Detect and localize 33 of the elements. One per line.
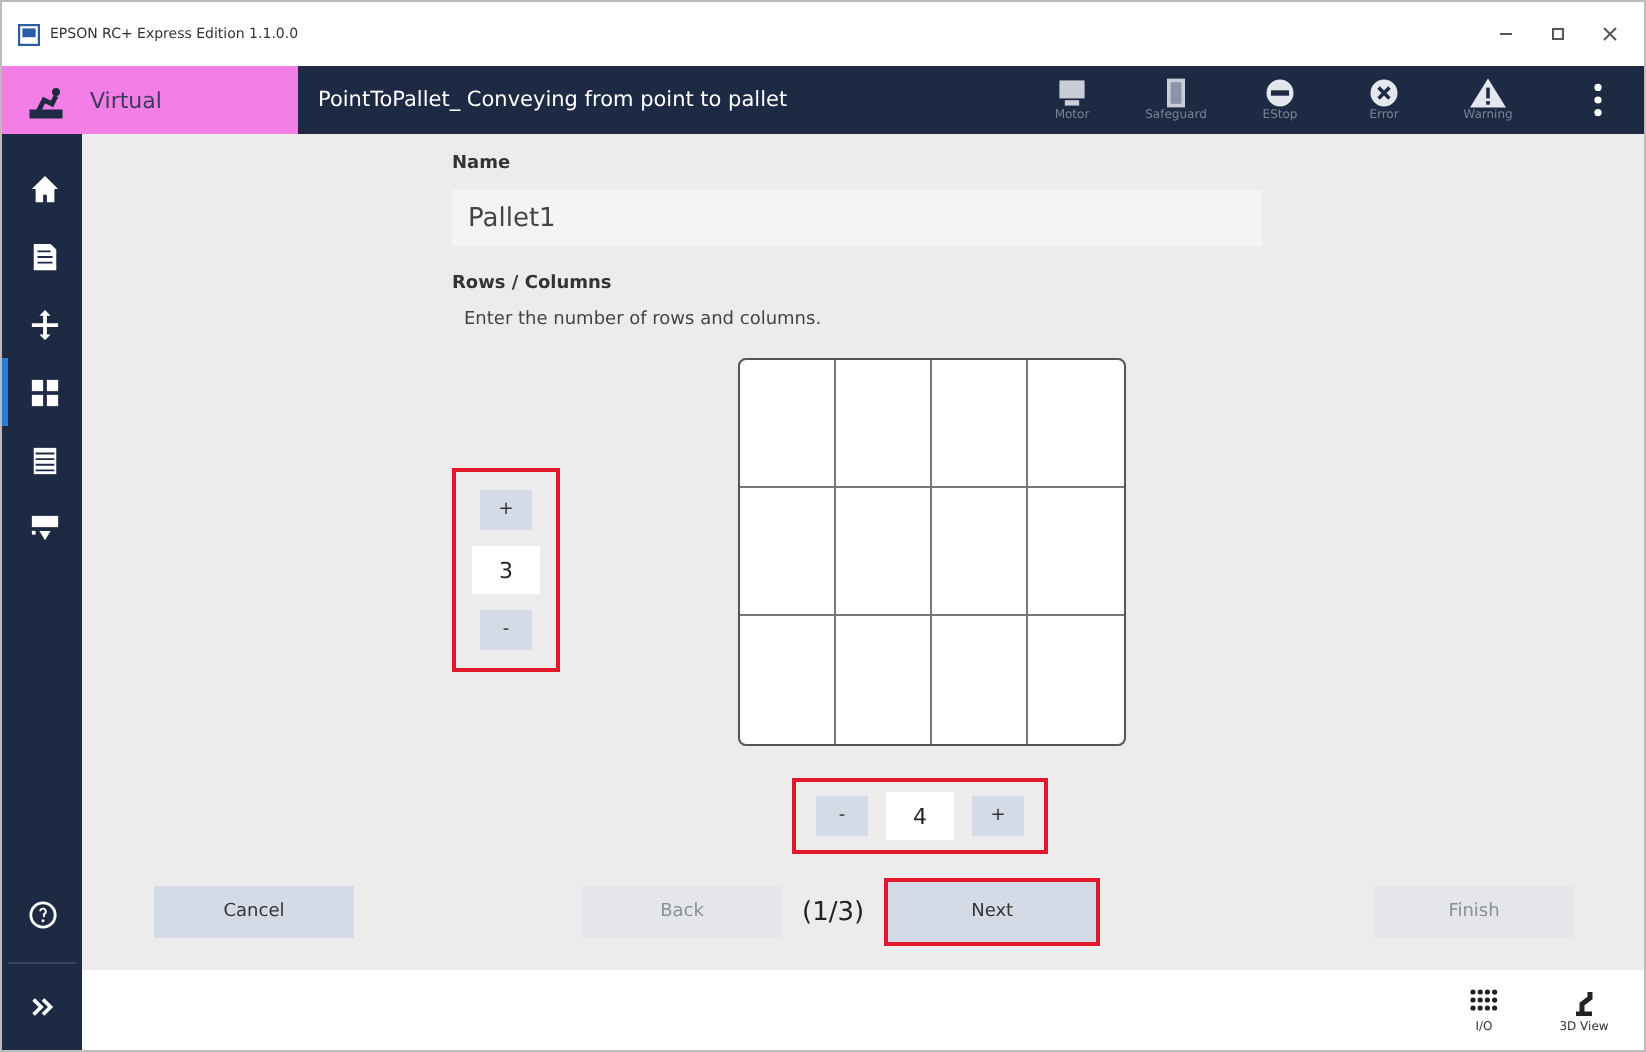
warning-icon: [1470, 78, 1506, 108]
maximize-icon[interactable]: [1548, 24, 1568, 44]
increment-button[interactable]: +: [972, 796, 1024, 836]
home-icon: [30, 173, 60, 203]
dot-grid-icon: [1470, 987, 1498, 1015]
stop-icon: [1262, 78, 1298, 108]
name-label: Name: [452, 154, 513, 174]
code-icon: [30, 513, 60, 543]
app-icon: [18, 23, 40, 45]
next-button[interactable]: Next: [884, 878, 1101, 946]
monitor-icon: [1054, 78, 1090, 108]
grid-icon: [30, 377, 60, 407]
decrement-button[interactable]: -: [480, 610, 532, 650]
expand-icon[interactable]: [27, 992, 57, 1022]
row-count[interactable]: 3: [472, 546, 540, 594]
cancel-button[interactable]: Cancel: [154, 886, 354, 938]
close-icon[interactable]: [1600, 24, 1620, 44]
increment-button[interactable]: +: [480, 490, 532, 530]
decrement-button[interactable]: -: [816, 796, 868, 836]
mode-panel[interactable]: Virtual: [2, 66, 298, 134]
help-icon[interactable]: [27, 900, 57, 930]
error-icon: [1366, 78, 1402, 108]
robot-arm-icon: [1570, 987, 1598, 1015]
column-count[interactable]: 4: [886, 792, 954, 840]
hint-text: Enter the number of rows and columns.: [464, 310, 824, 330]
section-label: Rows / Columns: [452, 274, 614, 294]
document-icon: [30, 241, 60, 271]
name-field[interactable]: Pallet1: [452, 190, 1262, 246]
more-icon[interactable]: [1592, 82, 1604, 118]
page-indicator: (1/3): [802, 897, 865, 927]
move-arrows-icon: [30, 309, 60, 339]
program-title: PointToPallet_ Conveying from point to pallet: [318, 88, 788, 112]
list-icon: [30, 445, 60, 475]
